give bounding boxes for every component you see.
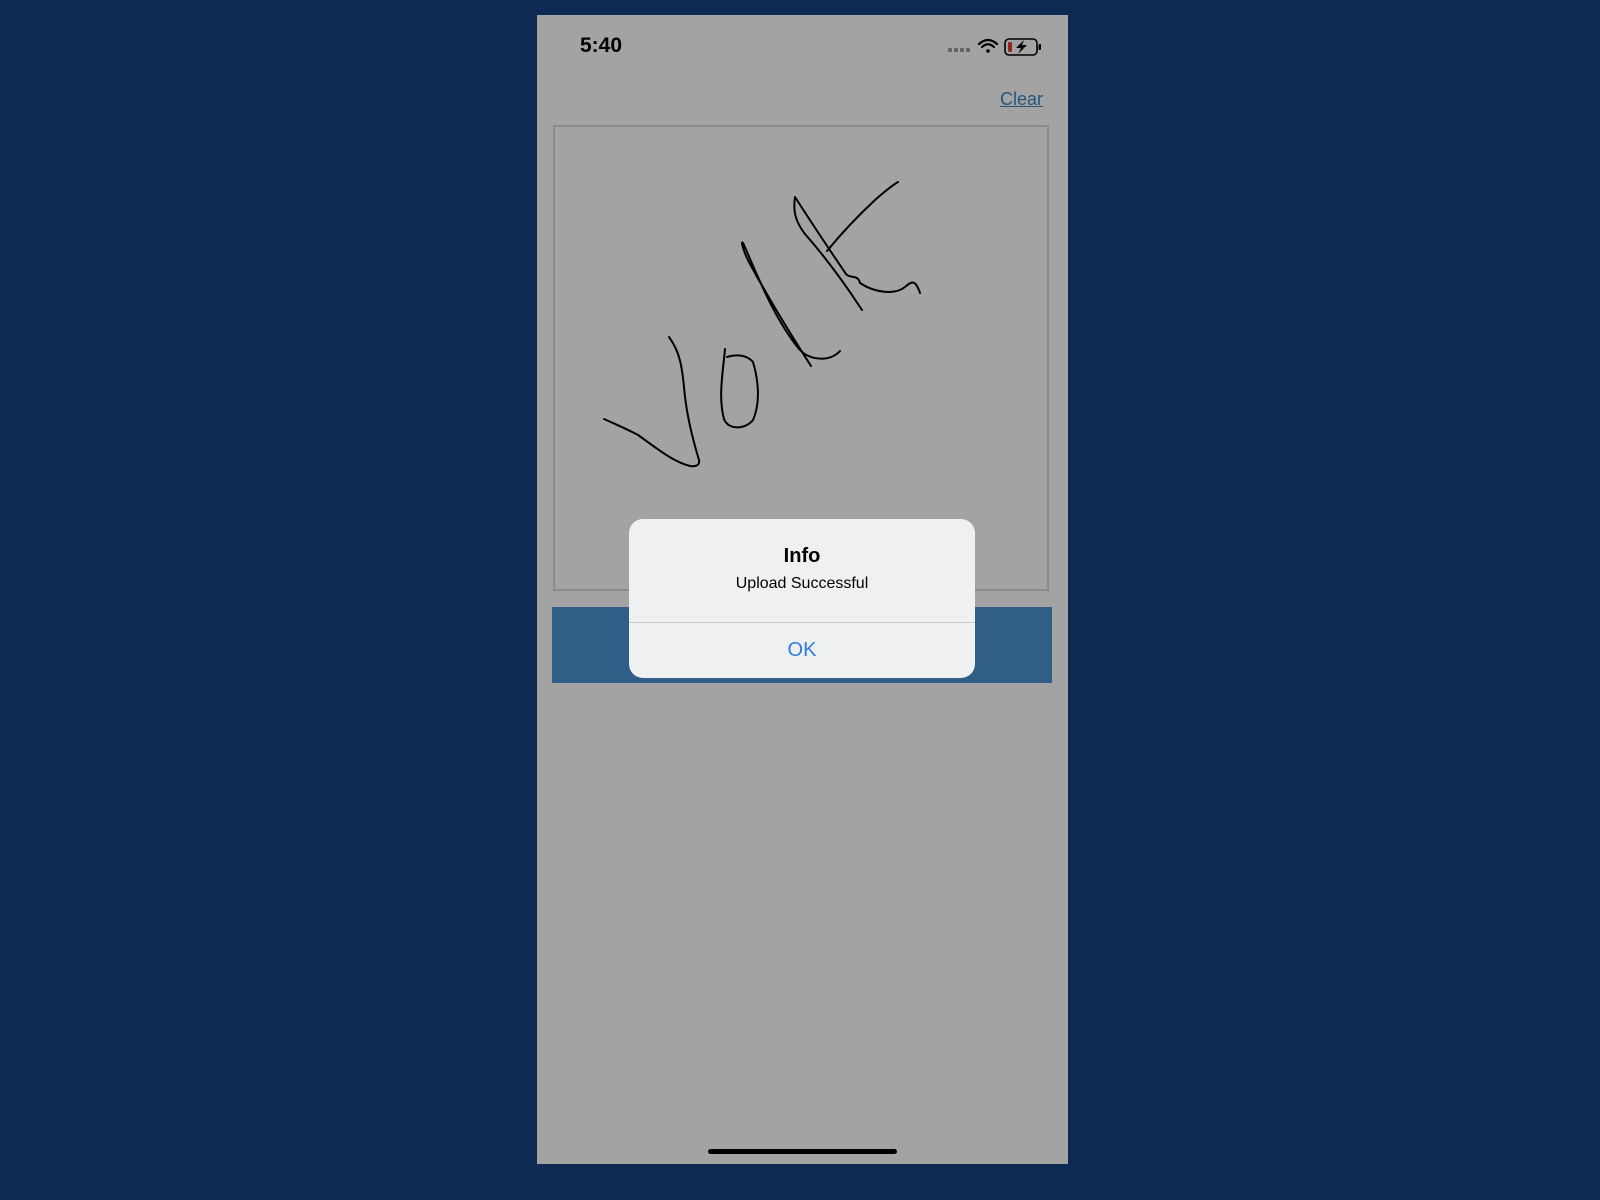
info-alert-dialog: Info Upload Successful OK [629,519,975,678]
alert-title: Info [783,545,821,567]
ok-button[interactable]: OK [629,623,975,678]
phone-screen: 5:40 Clear Info Upload Successful OK [537,15,1068,1164]
alert-message: Upload Successful [735,575,869,592]
